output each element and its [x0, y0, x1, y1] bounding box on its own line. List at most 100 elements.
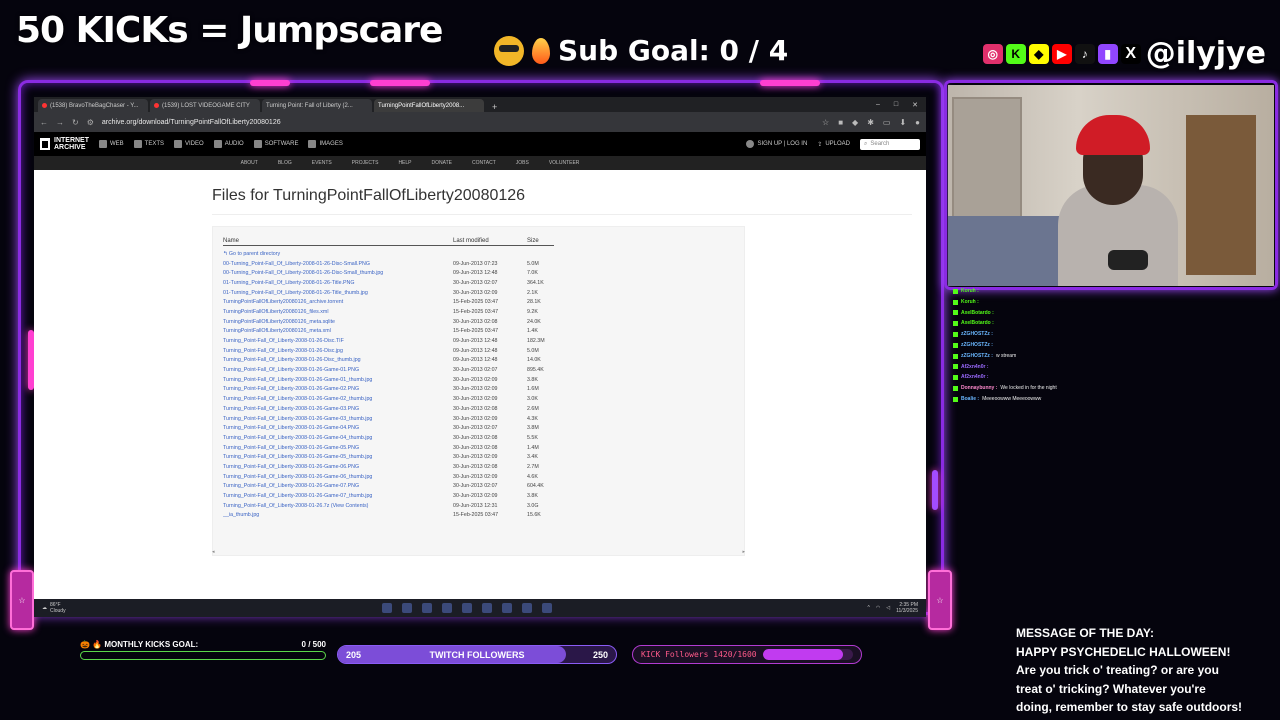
ia-nav-texts[interactable]: TEXTS: [133, 140, 164, 148]
table-row[interactable]: Turning_Point-Fall_Of_Liberty-2008-01-26…: [223, 433, 743, 443]
browser-tab[interactable]: Turning Point: Fall of Liberty (2...: [262, 99, 372, 112]
chat-username[interactable]: AxelBotardo :: [961, 308, 994, 319]
subnav-jobs[interactable]: JOBS: [516, 160, 529, 166]
subnav-donate[interactable]: DONATE: [432, 160, 452, 166]
download-icon[interactable]: ⬇: [899, 118, 906, 127]
forward-icon[interactable]: →: [56, 118, 64, 127]
new-tab-icon[interactable]: +: [486, 102, 503, 112]
table-row[interactable]: Turning_Point-Fall_Of_Liberty-2008-01-26…: [223, 394, 743, 404]
chat-username[interactable]: zZGHOSTZz :: [961, 351, 993, 362]
file-name-link[interactable]: Turning_Point-Fall_Of_Liberty-2008-01-26…: [223, 445, 453, 451]
file-name-link[interactable]: Turning_Point-Fall_Of_Liberty-2008-01-26…: [223, 357, 453, 363]
bookmark-star-icon[interactable]: ☆: [822, 118, 829, 127]
app-icon[interactable]: [541, 603, 552, 613]
table-row[interactable]: Turning_Point-Fall_Of_Liberty-2008-01-26…: [223, 385, 743, 395]
file-name-link[interactable]: Turning_Point-Fall_Of_Liberty-2008-01-26…: [223, 367, 453, 373]
table-row[interactable]: Turning_Point-Fall_Of_Liberty-2008-01-26…: [223, 356, 743, 366]
file-name-link[interactable]: Turning_Point-Fall_Of_Liberty-2008-01-26…: [223, 377, 453, 383]
puzzle-icon[interactable]: ✱: [867, 118, 874, 127]
tray-chevron-icon[interactable]: ^: [868, 605, 870, 611]
subnav-events[interactable]: EVENTS: [312, 160, 332, 166]
table-row[interactable]: Turning_Point-Fall_Of_Liberty-2008-01-26…: [223, 404, 743, 414]
file-name-link[interactable]: Turning_Point-Fall_Of_Liberty-2008-01-26…: [223, 435, 453, 441]
file-name-link[interactable]: Turning_Point-Fall_Of_Liberty-2008-01-26…: [223, 425, 453, 431]
table-row[interactable]: 00-Turning_Point-Fall_Of_Liberty-2008-01…: [223, 259, 743, 269]
file-explorer-icon[interactable]: [421, 603, 432, 613]
file-name-link[interactable]: Turning_Point-Fall_Of_Liberty-2008-01-26…: [223, 474, 453, 480]
file-name-link[interactable]: 00-Turning_Point-Fall_Of_Liberty-2008-01…: [223, 261, 453, 267]
ia-nav-video[interactable]: VIDEO: [174, 140, 204, 148]
file-name-link[interactable]: Turning_Point-Fall_Of_Liberty-2008-01-26…: [223, 483, 453, 489]
chat-username[interactable]: Boalie :: [961, 394, 979, 405]
ia-nav-audio[interactable]: AUDIO: [213, 140, 244, 148]
chat-username[interactable]: Koruh :: [961, 286, 979, 297]
ia-nav-web[interactable]: WEB: [99, 140, 124, 148]
start-icon[interactable]: [381, 603, 392, 613]
chat-username[interactable]: Af2xn4n0r :: [961, 362, 989, 373]
horizontal-scrollbar[interactable]: ◂ ▸: [212, 549, 745, 555]
app-icon[interactable]: [461, 603, 472, 613]
file-name-link[interactable]: Turning_Point-Fall_Of_Liberty-2008-01-26…: [223, 503, 453, 509]
table-row[interactable]: Turning_Point-Fall_Of_Liberty-2008-01-26…: [223, 414, 743, 424]
extension-icon[interactable]: ◆: [852, 118, 858, 127]
chat-username[interactable]: Koruh :: [961, 297, 979, 308]
subnav-projects[interactable]: PROJECTS: [352, 160, 379, 166]
subnav-about[interactable]: ABOUT: [241, 160, 258, 166]
app-icon[interactable]: [501, 603, 512, 613]
search-icon[interactable]: [401, 603, 412, 613]
table-row[interactable]: Turning_Point-Fall_Of_Liberty-2008-01-26…: [223, 452, 743, 462]
table-row[interactable]: Turning_Point-Fall_Of_Liberty-2008-01-26…: [223, 365, 743, 375]
url-field[interactable]: archive.org/download/TurningPointFallOfL…: [102, 119, 814, 126]
browser-tab[interactable]: (1538) BravoTheBagChaser - Y...: [38, 99, 148, 112]
table-row[interactable]: Turning_Point-Fall_Of_Liberty-2008-01-26…: [223, 375, 743, 385]
subnav-contact[interactable]: CONTACT: [472, 160, 496, 166]
table-row[interactable]: 01-Turning_Point-Fall_Of_Liberty-2008-01…: [223, 288, 743, 298]
file-name-link[interactable]: 00-Turning_Point-Fall_Of_Liberty-2008-01…: [223, 270, 453, 276]
app-icon[interactable]: [481, 603, 492, 613]
profile-icon[interactable]: ●: [915, 118, 920, 127]
file-name-link[interactable]: TurningPointFallOfLiberty20080126_files.…: [223, 309, 453, 315]
scroll-left-icon[interactable]: ◂: [212, 549, 215, 555]
scroll-right-icon[interactable]: ▸: [742, 549, 745, 555]
table-row[interactable]: 00-Turning_Point-Fall_Of_Liberty-2008-01…: [223, 268, 743, 278]
subnav-help[interactable]: HELP: [398, 160, 411, 166]
weather-widget[interactable]: ☁ 86°F Cloudy: [42, 602, 66, 614]
table-row[interactable]: TurningPointFallOfLiberty20080126_meta.s…: [223, 317, 743, 327]
chat-username[interactable]: zZGHOSTZz :: [961, 340, 993, 351]
file-name-link[interactable]: Turning_Point-Fall_Of_Liberty-2008-01-26…: [223, 464, 453, 470]
site-info-icon[interactable]: ⚙: [87, 118, 94, 127]
table-row[interactable]: 01-Turning_Point-Fall_Of_Liberty-2008-01…: [223, 278, 743, 288]
close-icon[interactable]: ✕: [912, 101, 918, 109]
upload-link[interactable]: ⇪ UPLOAD: [817, 141, 850, 148]
browser-tab[interactable]: (1539) LOST VIDEOGAME CITY: [150, 99, 260, 112]
file-name-link[interactable]: TurningPointFallOfLiberty20080126_meta.x…: [223, 328, 453, 334]
table-row[interactable]: __ia_thumb.jpg 15-Feb-2025 03:47 15.6K: [223, 511, 743, 521]
file-name-link[interactable]: Turning_Point-Fall_Of_Liberty-2008-01-26…: [223, 386, 453, 392]
table-row[interactable]: Turning_Point-Fall_Of_Liberty-2008-01-26…: [223, 482, 743, 492]
maximize-icon[interactable]: □: [894, 101, 898, 109]
subnav-blog[interactable]: BLOG: [278, 160, 292, 166]
file-name-link[interactable]: Turning_Point-Fall_Of_Liberty-2008-01-26…: [223, 338, 453, 344]
file-name-link[interactable]: TurningPointFallOfLiberty20080126_meta.s…: [223, 319, 453, 325]
ia-nav-software[interactable]: SOFTWARE: [253, 140, 298, 148]
table-row[interactable]: TurningPointFallOfLiberty20080126_archiv…: [223, 297, 743, 307]
column-header-modified[interactable]: Last modified: [453, 238, 489, 244]
volume-icon[interactable]: ◁: [886, 605, 890, 611]
table-row[interactable]: Turning_Point-Fall_Of_Liberty-2008-01-26…: [223, 472, 743, 482]
chat-username[interactable]: AxelBotardo :: [961, 318, 994, 329]
extension-icon[interactable]: ■: [838, 118, 843, 127]
table-row[interactable]: Turning_Point-Fall_Of_Liberty-2008-01-26…: [223, 462, 743, 472]
table-row[interactable]: TurningPointFallOfLiberty20080126_files.…: [223, 307, 743, 317]
file-name-link[interactable]: Turning_Point-Fall_Of_Liberty-2008-01-26…: [223, 396, 453, 402]
file-name-link[interactable]: 01-Turning_Point-Fall_Of_Liberty-2008-01…: [223, 290, 453, 296]
ia-search-input[interactable]: ⌕ Search: [860, 138, 920, 150]
file-name-link[interactable]: Turning_Point-Fall_Of_Liberty-2008-01-26…: [223, 493, 453, 499]
file-name-link[interactable]: Turning_Point-Fall_Of_Liberty-2008-01-26…: [223, 454, 453, 460]
parent-directory-link[interactable]: ↰ Go to parent directory: [223, 251, 453, 257]
column-header-size[interactable]: Size: [527, 238, 539, 244]
column-header-name[interactable]: Name: [223, 238, 239, 244]
sidebar-icon[interactable]: ▭: [883, 118, 891, 127]
chat-username[interactable]: zZGHOSTZz :: [961, 329, 993, 340]
app-icon[interactable]: [521, 603, 532, 613]
subnav-volunteer[interactable]: VOLUNTEER: [549, 160, 580, 166]
